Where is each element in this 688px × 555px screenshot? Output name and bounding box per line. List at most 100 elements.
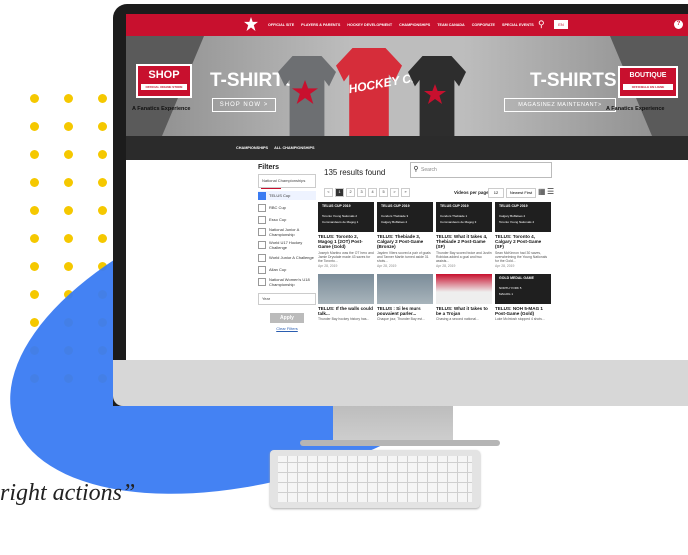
checkbox-icon[interactable]: [258, 203, 266, 212]
checkbox-icon[interactable]: [258, 191, 266, 200]
filter-national-junior-a[interactable]: National Junior A Championship: [258, 227, 316, 237]
breadcrumb-bar: CHAMPIONSHIPS ALL CHAMPIONSHIPS: [126, 136, 688, 160]
checkbox-icon[interactable]: [258, 278, 266, 286]
video-library: Filters National Championships TELUS Cup…: [126, 160, 688, 360]
nav-team-canada[interactable]: TEAM CANADA: [437, 23, 464, 27]
breadcrumb-championships[interactable]: CHAMPIONSHIPS: [236, 146, 268, 150]
video-thumbnail[interactable]: GOLD MEDAL GAME NORTH YORK 5 MAGOG 1: [495, 273, 551, 304]
page-1[interactable]: 1: [335, 188, 344, 197]
apply-button[interactable]: Apply: [270, 313, 304, 323]
video-title[interactable]: TELUS: Toronto 2, Magog 1 (2OT) Post-Gam…: [318, 234, 374, 250]
video-title[interactable]: TELUS: If the walls could talk...: [318, 306, 374, 316]
tagline-text: right actions”: [0, 480, 136, 506]
video-title[interactable]: TELUS: Thebiade 3, Calgary 2 Post-Game (…: [377, 234, 433, 250]
grid-view-icon[interactable]: ▦: [538, 187, 546, 196]
video-card[interactable]: TELUS CUP 2019 Condors Thebiade 3 Calgar…: [377, 202, 433, 268]
video-thumbnail[interactable]: [377, 273, 433, 304]
magasinez-maintenant-button[interactable]: MAGASINEZ MAINTENANT>: [504, 98, 616, 112]
video-card[interactable]: TELUS CUP 2019 Calgary Buffaloes 2 Toron…: [495, 202, 551, 268]
clear-filters-link[interactable]: Clear Filters: [258, 326, 316, 331]
fanatics-experience-logo: A Fanatics Experience: [606, 106, 665, 112]
videos-per-page-label: Videos per page: [454, 190, 489, 195]
checkbox-icon[interactable]: [258, 265, 266, 274]
video-description: Chaque jour, Thunder Bay est...: [377, 317, 425, 322]
video-grid: TELUS CUP 2019 Toronto Young Nationals 2…: [318, 202, 551, 321]
results-count: 135 results found: [324, 168, 386, 177]
videos-per-page-select[interactable]: 12: [488, 188, 504, 198]
video-thumbnail[interactable]: [436, 273, 492, 304]
video-title[interactable]: TELUS : Si les murs pouvaient parler...: [377, 306, 433, 316]
filter-womens-u18[interactable]: National Women's U18 Championship: [258, 277, 316, 287]
video-description: Thunder Bay hockey history has...: [318, 317, 370, 322]
list-view-icon[interactable]: ☰: [547, 187, 555, 196]
tshirt-promo-banner[interactable]: SHOP OFFICIAL ONLINE STORE A Fanatics Ex…: [126, 36, 688, 136]
video-thumbnail[interactable]: TELUS CUP 2019 Toronto Young Nationals 2…: [318, 202, 374, 232]
video-card[interactable]: TELUS: What it takes to be a Trojan Chas…: [436, 273, 492, 321]
breadcrumb-all-championships[interactable]: ALL CHAMPIONSHIPS: [274, 146, 314, 150]
filter-esso-cup[interactable]: Esso Cup: [258, 215, 316, 224]
video-description: Joseph Martino was the OT hero and Jamie…: [318, 250, 374, 263]
video-date: Apr 28, 2019: [436, 263, 456, 268]
monitor-base: [300, 440, 500, 446]
language-select[interactable]: EN: [554, 20, 568, 29]
video-title[interactable]: TELUS: What it takes to be a Trojan: [436, 306, 492, 316]
video-card[interactable]: TELUS CUP 2019 Toronto Young Nationals 2…: [318, 202, 374, 268]
shop-now-button[interactable]: SHOP NOW >: [212, 98, 276, 112]
help-icon[interactable]: ?: [674, 20, 683, 29]
checkbox-icon[interactable]: [258, 253, 266, 262]
video-description: Sean McKinnon had 30 saves, overwhelming…: [495, 250, 548, 263]
filter-group-national-championships[interactable]: National Championships: [258, 174, 316, 189]
page-2[interactable]: 2: [346, 188, 355, 197]
video-card[interactable]: TELUS CUP 2019 Condors Thebiade 1 Comman…: [436, 202, 492, 268]
filter-world-u17[interactable]: World U17 Hockey Challenge: [258, 240, 316, 250]
video-thumbnail[interactable]: TELUS CUP 2019 Calgary Buffaloes 2 Toron…: [495, 202, 551, 232]
video-thumbnail[interactable]: TELUS CUP 2019 Condors Thebiade 3 Calgar…: [377, 202, 433, 232]
video-date: Apr 28, 2019: [377, 263, 397, 268]
nav-special-events[interactable]: SPECIAL EVENTS: [502, 23, 534, 27]
nav-players-parents[interactable]: PLAYERS & PARENTS: [301, 23, 340, 27]
filter-world-junior-a[interactable]: World Junior A Challenge: [258, 253, 316, 262]
sort-select[interactable]: Newest First: [506, 188, 536, 198]
checkbox-icon[interactable]: [258, 241, 266, 249]
video-card[interactable]: TELUS: If the walls could talk... Thunde…: [318, 273, 374, 322]
video-search-input[interactable]: ⚲ Search: [410, 162, 552, 178]
filter-rbc-cup[interactable]: RBC Cup: [258, 203, 316, 212]
video-title[interactable]: TELUS: NOH 5-MAG 1 Post-Game (Gold): [495, 306, 551, 316]
video-card[interactable]: TELUS : Si les murs pouvaient parler... …: [377, 273, 433, 322]
filter-allan-cup[interactable]: Allan Cup: [258, 265, 316, 274]
nav-hockey-development[interactable]: HOCKEY DEVELOPMENT: [347, 23, 392, 27]
hockey-canada-logo-icon[interactable]: [244, 17, 258, 31]
top-navigation: OFFICIAL SITE PLAYERS & PARENTS HOCKEY D…: [126, 14, 688, 36]
video-description: Jayden Vliers scored a pair of goals and…: [377, 250, 431, 263]
main-nav: OFFICIAL SITE PLAYERS & PARENTS HOCKEY D…: [268, 14, 534, 36]
pagination: < 1 2 3 4 5 > »: [324, 188, 410, 197]
video-title[interactable]: TELUS: Toronto 4, Calgary 2 Post-Game (S…: [495, 234, 551, 250]
nav-corporate[interactable]: CORPORATE: [472, 23, 495, 27]
video-thumbnail[interactable]: TELUS CUP 2019 Condors Thebiade 1 Comman…: [436, 202, 492, 232]
video-date: Apr 28, 2019: [495, 263, 515, 268]
filter-telus-cup[interactable]: TELUS Cup: [258, 191, 316, 200]
nav-championships[interactable]: CHAMPIONSHIPS: [399, 23, 430, 27]
video-date: Apr 28, 2019: [318, 263, 338, 268]
page-last[interactable]: »: [401, 188, 410, 197]
search-icon: ⚲: [413, 166, 419, 173]
banner-title-fr: T-SHIRTS: [530, 70, 617, 91]
page-3[interactable]: 3: [357, 188, 366, 197]
page-prev[interactable]: <: [324, 188, 333, 197]
boutique-badge-logo: BOUTIQUE OFFICIELLE EN LIGNE: [618, 66, 678, 98]
year-filter-select[interactable]: Year: [258, 293, 316, 305]
filters-title: Filters: [258, 164, 280, 171]
nav-official-site[interactable]: OFFICIAL SITE: [268, 23, 294, 27]
checkbox-icon[interactable]: [258, 215, 266, 224]
shop-badge-logo: SHOP OFFICIAL ONLINE STORE: [136, 64, 192, 98]
video-title[interactable]: TELUS: What it takes 4, Thebiade 2 Post-…: [436, 234, 492, 250]
website-screen: OFFICIAL SITE PLAYERS & PARENTS HOCKEY D…: [126, 14, 688, 360]
page-4[interactable]: 4: [368, 188, 377, 197]
search-icon[interactable]: ⚲: [538, 19, 545, 30]
checkbox-icon[interactable]: [258, 228, 266, 236]
page-next[interactable]: >: [390, 188, 399, 197]
video-card[interactable]: GOLD MEDAL GAME NORTH YORK 5 MAGOG 1 TEL…: [495, 273, 551, 321]
video-description: Thunder Bay scored twice and Justin Robi…: [436, 250, 492, 263]
video-thumbnail[interactable]: [318, 273, 374, 304]
page-5[interactable]: 5: [379, 188, 388, 197]
